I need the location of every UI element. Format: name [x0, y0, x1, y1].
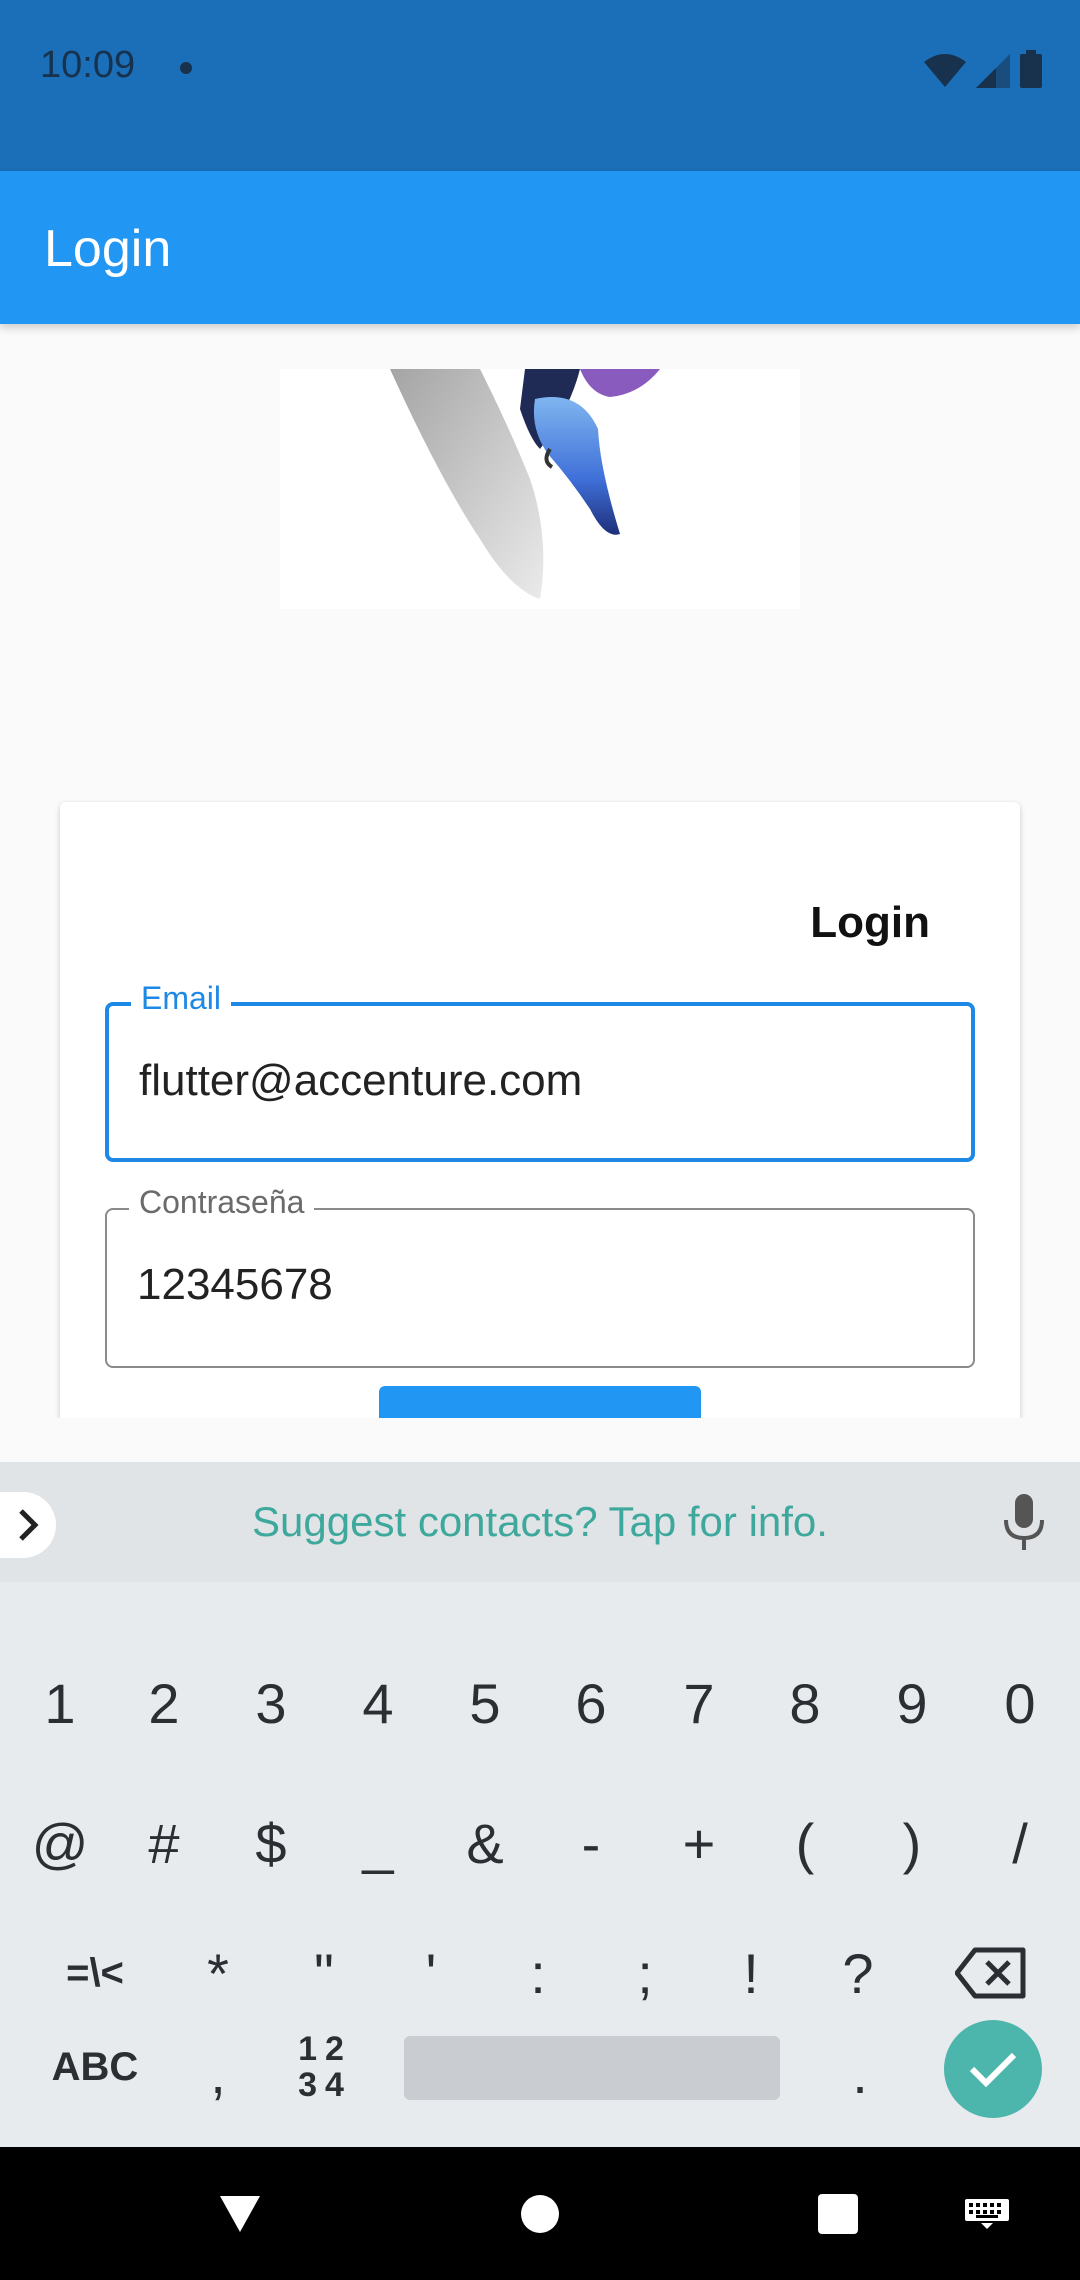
key-slash[interactable]: / — [975, 1798, 1065, 1888]
backspace-key[interactable] — [946, 1928, 1036, 2018]
key-underscore[interactable]: _ — [333, 1798, 423, 1888]
backspace-icon — [955, 1947, 1026, 1999]
enter-key[interactable] — [944, 2020, 1042, 2118]
key-2[interactable]: 2 — [119, 1658, 209, 1748]
key-semicolon[interactable]: ; — [600, 1928, 690, 2018]
key-open-paren[interactable]: ( — [760, 1798, 850, 1888]
key-3[interactable]: 3 — [226, 1658, 316, 1748]
microphone-icon[interactable] — [998, 1492, 1050, 1554]
key-dollar[interactable]: $ — [226, 1798, 316, 1888]
password-field[interactable]: Contraseña 12345678 — [105, 1184, 975, 1368]
key-comma[interactable]: , — [173, 2028, 263, 2118]
battery-icon — [1020, 50, 1042, 88]
hummingbird-logo — [280, 369, 800, 609]
key-1[interactable]: 1 — [15, 1658, 105, 1748]
login-card: Login Email flutter@accenture.com Contra… — [60, 802, 1020, 1426]
suggestion-text[interactable]: Suggest contacts? Tap for info. — [0, 1498, 1080, 1546]
keyboard-icon — [965, 2198, 1009, 2229]
key-9[interactable]: 9 — [867, 1658, 957, 1748]
key-6[interactable]: 6 — [546, 1658, 636, 1748]
notification-dot-icon — [180, 62, 192, 74]
key-close-paren[interactable]: ) — [867, 1798, 957, 1888]
key-question[interactable]: ? — [813, 1928, 903, 2018]
key-abc[interactable]: ABC — [35, 2022, 155, 2112]
signal-icon — [976, 54, 1010, 88]
key-symbols-more[interactable]: =\< — [40, 1928, 150, 2018]
content-divider — [0, 1418, 1080, 1462]
key-asterisk[interactable]: * — [173, 1928, 263, 2018]
space-bar[interactable] — [404, 2036, 780, 2100]
wifi-icon — [924, 54, 966, 87]
key-numpad[interactable]: 12 34 — [280, 2022, 370, 2112]
navigation-bar — [0, 2147, 1080, 2280]
keyboard-switch-button[interactable] — [962, 2147, 1012, 2280]
key-0[interactable]: 0 — [975, 1658, 1065, 1748]
home-button[interactable] — [500, 2147, 580, 2280]
back-triangle-icon — [220, 2195, 260, 2232]
email-field[interactable]: Email flutter@accenture.com — [105, 980, 975, 1162]
status-bar: 10:09 — [0, 0, 1080, 171]
key-4[interactable]: 4 — [333, 1658, 423, 1748]
key-colon[interactable]: : — [493, 1928, 583, 2018]
key-plus[interactable]: + — [654, 1798, 744, 1888]
numpad-top: 12 — [298, 2030, 352, 2068]
status-icons — [924, 48, 1042, 88]
card-title: Login — [810, 898, 930, 947]
key-5[interactable]: 5 — [440, 1658, 530, 1748]
checkmark-icon — [969, 2052, 1017, 2088]
app-bar-title: Login — [44, 220, 172, 278]
hummingbird-image — [390, 369, 660, 599]
key-period[interactable]: . — [815, 2028, 905, 2118]
app-bar: Login — [0, 171, 1080, 324]
email-input[interactable]: flutter@accenture.com — [139, 1056, 582, 1106]
key-8[interactable]: 8 — [760, 1658, 850, 1748]
status-time: 10:09 — [40, 44, 136, 86]
key-exclamation[interactable]: ! — [706, 1928, 796, 2018]
numpad-bottom: 34 — [298, 2066, 352, 2104]
key-ampersand[interactable]: & — [440, 1798, 530, 1888]
key-at[interactable]: @ — [15, 1798, 105, 1888]
key-7[interactable]: 7 — [654, 1658, 744, 1748]
email-label: Email — [131, 980, 232, 1017]
key-double-quote[interactable]: " — [279, 1928, 369, 2018]
recents-button[interactable] — [798, 2147, 878, 2280]
key-minus[interactable]: - — [546, 1798, 636, 1888]
key-single-quote[interactable]: ' — [386, 1928, 476, 2018]
home-circle-icon — [521, 2194, 559, 2233]
password-input[interactable]: 12345678 — [137, 1260, 333, 1310]
recents-square-icon — [818, 2193, 858, 2234]
suggestion-bar: Suggest contacts? Tap for info. — [0, 1462, 1080, 1582]
keyboard: Suggest contacts? Tap for info. 1 2 3 4 … — [0, 1462, 1080, 2147]
key-hash[interactable]: # — [119, 1798, 209, 1888]
password-label: Contraseña — [129, 1184, 315, 1221]
back-button[interactable] — [200, 2147, 280, 2280]
